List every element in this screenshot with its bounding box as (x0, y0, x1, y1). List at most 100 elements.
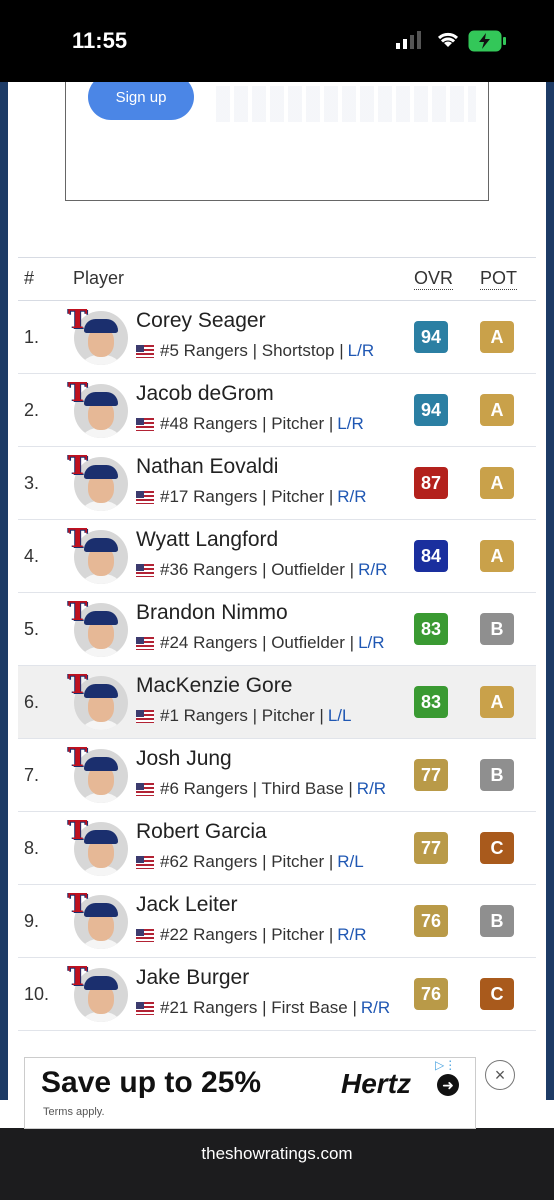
player-details: #1 Rangers | Pitcher | (160, 706, 324, 725)
player-details: #6 Rangers | Third Base | (160, 779, 353, 798)
bats-throws-link[interactable]: R/R (337, 487, 366, 507)
pot-badge: C (480, 832, 514, 864)
bats-throws-link[interactable]: R/R (361, 998, 390, 1018)
player-name[interactable]: Robert Garcia (136, 820, 267, 844)
player-details: #62 Rangers | Pitcher | (160, 852, 334, 871)
browser-bottom-bar: theshowratings.com (0, 1128, 554, 1200)
player-rank: 5. (24, 619, 40, 639)
player-avatar[interactable]: T (68, 816, 130, 878)
bats-throws-link[interactable]: R/R (337, 925, 366, 945)
faded-ad-text (216, 86, 476, 122)
pot-badge: C (480, 978, 514, 1010)
ovr-badge: 87 (414, 467, 448, 499)
player-details: #22 Rangers | Pitcher | (160, 925, 334, 944)
player-info: #21 Rangers | First Base | R/R (136, 998, 390, 1018)
table-row[interactable]: 8. T Robert Garcia #62 Rangers | Pitcher | R… (18, 812, 536, 885)
player-avatar[interactable]: T (68, 670, 130, 732)
table-row[interactable]: 6. T MacKenzie Gore #1 Rangers | Pitcher | L… (18, 666, 536, 739)
top-ad-frame[interactable]: Sign up (65, 82, 489, 201)
page-content[interactable]: Sign up # Player OVR POT 1. T Corey Seager… (8, 82, 546, 1100)
table-row[interactable]: 1. T Corey Seager #5 Rangers | Shortstop | L… (18, 301, 536, 374)
bats-throws-link[interactable]: R/R (357, 779, 386, 799)
player-name[interactable]: Jake Burger (136, 966, 249, 990)
player-avatar[interactable]: T (68, 597, 130, 659)
player-info: #1 Rangers | Pitcher | L/L (136, 706, 351, 726)
us-flag-icon (136, 782, 154, 796)
bats-throws-link[interactable]: R/L (337, 852, 363, 872)
table-row[interactable]: 4. T Wyatt Langford #36 Rangers | Outfielde… (18, 520, 536, 593)
player-info: #24 Rangers | Outfielder | L/R (136, 633, 385, 653)
rangers-logo-icon: T (68, 378, 88, 408)
bats-throws-link[interactable]: L/R (337, 414, 363, 434)
signup-button[interactable]: Sign up (88, 82, 194, 120)
player-name[interactable]: Nathan Eovaldi (136, 455, 278, 479)
player-rank: 3. (24, 473, 40, 493)
us-flag-icon (136, 344, 154, 358)
us-flag-icon (136, 563, 154, 577)
player-avatar[interactable]: T (68, 305, 130, 367)
ad-brand-logo[interactable]: Hertz (341, 1068, 411, 1100)
page-border-left (0, 82, 8, 1100)
player-rank: 7. (24, 765, 40, 785)
player-avatar[interactable]: T (68, 524, 130, 586)
us-flag-icon (136, 928, 154, 942)
player-name[interactable]: Brandon Nimmo (136, 601, 288, 625)
player-name[interactable]: Josh Jung (136, 747, 232, 771)
ad-headline[interactable]: Save up to 25% (41, 1066, 261, 1100)
url-display[interactable]: theshowratings.com (0, 1144, 554, 1164)
us-flag-icon (136, 709, 154, 723)
bats-throws-link[interactable]: L/L (328, 706, 352, 726)
table-row[interactable]: 5. T Brandon Nimmo #24 Rangers | Outfielder… (18, 593, 536, 666)
player-avatar[interactable]: T (68, 743, 130, 805)
player-details: #36 Rangers | Outfielder | (160, 560, 355, 579)
player-avatar[interactable]: T (68, 451, 130, 513)
player-name[interactable]: Wyatt Langford (136, 528, 278, 552)
bats-throws-link[interactable]: R/R (358, 560, 387, 580)
status-bar: 11:55 (0, 0, 554, 82)
player-ratings-table: # Player OVR POT 1. T Corey Seager #5 Range… (18, 257, 536, 1031)
player-avatar[interactable]: T (68, 889, 130, 951)
player-info: #22 Rangers | Pitcher | R/R (136, 925, 367, 945)
rangers-logo-icon: T (68, 816, 88, 846)
pot-badge: A (480, 686, 514, 718)
player-info: #62 Rangers | Pitcher | R/L (136, 852, 364, 872)
ovr-badge: 83 (414, 686, 448, 718)
header-ovr[interactable]: OVR (414, 268, 454, 290)
player-name[interactable]: Jacob deGrom (136, 382, 274, 406)
table-row[interactable]: 2. T Jacob deGrom #48 Rangers | Pitcher | L/… (18, 374, 536, 447)
pot-badge: A (480, 394, 514, 426)
player-rank: 1. (24, 327, 40, 347)
player-rank: 4. (24, 546, 40, 566)
player-name[interactable]: Jack Leiter (136, 893, 238, 917)
pot-badge: B (480, 613, 514, 645)
header-pot[interactable]: POT (480, 268, 518, 290)
table-row[interactable]: 7. T Josh Jung #6 Rangers | Third Base | R/R… (18, 739, 536, 812)
us-flag-icon (136, 636, 154, 650)
player-rank: 6. (24, 692, 40, 712)
ad-close-button[interactable]: × (485, 1060, 515, 1090)
ad-terms: Terms apply. (43, 1106, 105, 1118)
player-avatar[interactable]: T (68, 962, 130, 1024)
table-row[interactable]: 9. T Jack Leiter #22 Rangers | Pitcher | R/R… (18, 885, 536, 958)
adchoices-icon[interactable]: ▷⋮ (435, 1058, 456, 1072)
rangers-logo-icon: T (68, 962, 88, 992)
player-details: #48 Rangers | Pitcher | (160, 414, 334, 433)
ovr-badge: 84 (414, 540, 448, 572)
bottom-ad-banner[interactable]: Save up to 25% Terms apply. Hertz ➜ ▷⋮ (24, 1057, 476, 1129)
rangers-logo-icon: T (68, 597, 88, 627)
player-name[interactable]: MacKenzie Gore (136, 674, 292, 698)
bats-throws-link[interactable]: L/R (358, 633, 384, 653)
header-player[interactable]: Player (73, 268, 124, 289)
cellular-signal-icon (396, 31, 421, 49)
player-avatar[interactable]: T (68, 378, 130, 440)
player-name[interactable]: Corey Seager (136, 309, 266, 333)
ovr-badge: 76 (414, 905, 448, 937)
ad-arrow-icon[interactable]: ➜ (437, 1074, 459, 1096)
pot-badge: B (480, 759, 514, 791)
player-info: #6 Rangers | Third Base | R/R (136, 779, 386, 799)
bats-throws-link[interactable]: L/R (348, 341, 374, 361)
table-row[interactable]: 10. T Jake Burger #21 Rangers | First Base … (18, 958, 536, 1031)
table-row[interactable]: 3. T Nathan Eovaldi #17 Rangers | Pitcher |… (18, 447, 536, 520)
pot-badge: A (480, 321, 514, 353)
rangers-logo-icon: T (68, 670, 88, 700)
